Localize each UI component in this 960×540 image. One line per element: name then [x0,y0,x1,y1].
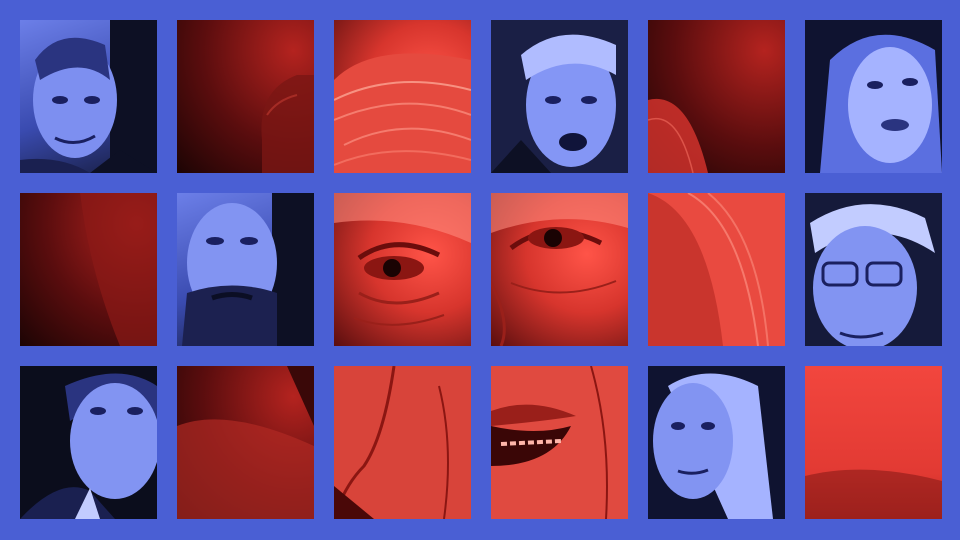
abstract-red-bright [805,366,942,519]
center-face-left-eye-red [334,193,471,346]
abstract-red-gradient [648,20,785,173]
center-face-cheek-red [334,366,471,519]
center-face-hair-side-red [648,193,785,346]
center-face-right-eye-red [491,193,628,346]
photo-collage [0,0,960,540]
portrait-man-glasses-blue [805,193,942,346]
portrait-man-suit-blue [20,366,157,519]
portrait-woman-speaking-blue [805,20,942,173]
center-face-mouth-red [491,366,628,519]
portrait-bearded-man-blue [177,193,314,346]
abstract-red-dark [177,20,314,173]
portrait-older-man-blue [20,20,157,173]
center-face-hair-red [334,20,471,173]
portrait-man-speaking-blue [491,20,628,173]
portrait-woman-blonde-blue [648,366,785,519]
abstract-red-dark-3 [177,366,314,519]
abstract-red-dark-2 [20,193,157,346]
